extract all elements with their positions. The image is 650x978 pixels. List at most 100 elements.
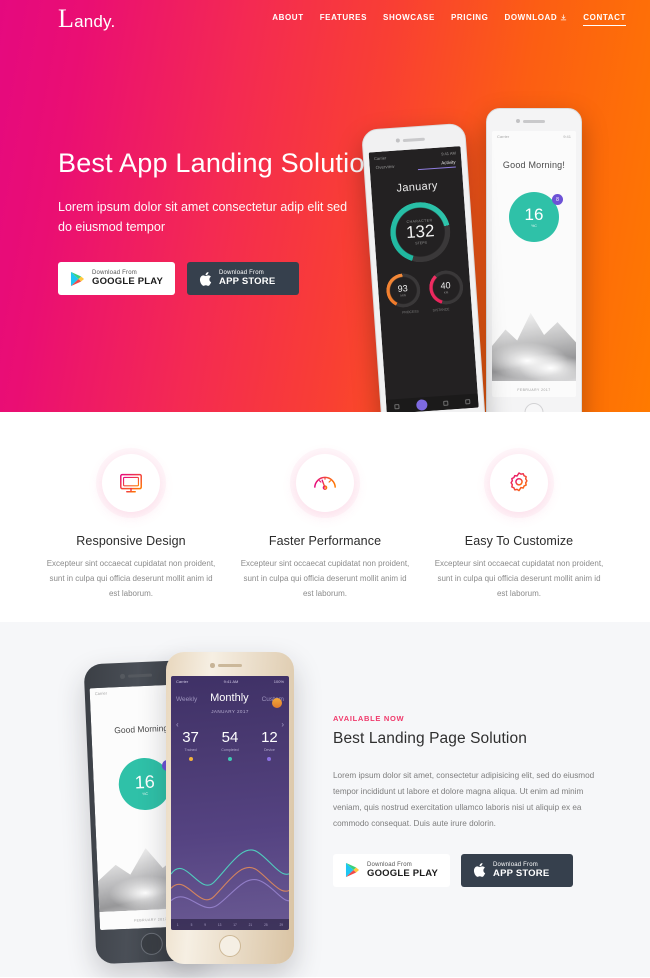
phone-speaker: [127, 673, 153, 678]
nav-link-showcase[interactable]: SHOWCASE: [383, 13, 435, 25]
home-button[interactable]: [219, 935, 241, 957]
metric-circle: 16 %C 8: [509, 192, 563, 242]
nav-list-icon[interactable]: [443, 400, 449, 406]
screen-footer-date: FEBRUARY 2017: [517, 388, 551, 392]
stat-value: 54: [221, 729, 239, 746]
metric-unit: %C: [531, 224, 537, 228]
google-play-button[interactable]: Download From GOOGLE PLAY: [333, 853, 451, 887]
axis-label: 1: [176, 922, 179, 927]
metric-value: 16: [524, 205, 544, 224]
status-bar: Carrier 9:41: [492, 131, 576, 139]
gauge-content: 40 KM: [428, 269, 464, 305]
nav-link-about[interactable]: ABOUT: [272, 13, 303, 25]
stat-completed: 54 Completed: [221, 729, 239, 761]
tab-overview[interactable]: Overview: [376, 164, 395, 170]
showcase-title: Best Landing Page Solution: [333, 730, 527, 747]
ring-content: CHARACTER 132 STEPS: [388, 200, 452, 264]
nav-label: SHOWCASE: [383, 13, 435, 22]
app-store-text: Download From APP STORE: [493, 862, 549, 879]
axis-label: 13: [217, 922, 222, 927]
showcase-button-row: Download From GOOGLE PLAY Download From …: [333, 853, 595, 887]
hero-subtitle: Lorem ipsum dolor sit amet consectetur a…: [58, 199, 348, 235]
speedometer-icon: [314, 476, 336, 490]
nav-label: DOWNLOAD: [504, 13, 558, 22]
sub-gauges: 93 MIN 40 KM: [377, 269, 471, 309]
phone-speaker: [402, 137, 425, 142]
status-carrier: Carrier: [373, 155, 387, 162]
features-section: Responsive Design Excepteur sint occaeca…: [0, 412, 650, 622]
logo-capital: L: [58, 4, 75, 33]
apple-icon: [199, 271, 212, 286]
home-button[interactable]: [140, 932, 164, 956]
stats-row: 37 Trained 54 Completed 12 Device: [171, 730, 289, 761]
feature-title: Easy To Customize: [464, 534, 574, 548]
phone-camera-icon: [119, 673, 125, 679]
monitor-icon-wrapper: [102, 454, 160, 512]
gauge-unit: MIN: [400, 293, 407, 298]
speedometer-icon-wrapper: [296, 454, 354, 512]
nav-label: CONTACT: [583, 12, 626, 22]
hero-title: Best App Landing Solution: [58, 148, 380, 178]
nav-link-download[interactable]: DOWNLOAD: [504, 13, 567, 25]
google-play-main: GOOGLE PLAY: [92, 275, 164, 287]
app-bottom-nav: [385, 393, 479, 414]
google-play-icon: [345, 863, 360, 878]
nav-link-pricing[interactable]: PRICING: [451, 13, 489, 25]
feature-card-easy-to-customize: Easy To Customize Excepteur sint occaeca…: [422, 454, 616, 622]
nav-power-icon[interactable]: [464, 398, 471, 404]
avatar[interactable]: [272, 698, 282, 708]
apple-icon: [473, 863, 486, 878]
status-carrier: Carrier: [497, 134, 510, 139]
google-play-main: GOOGLE PLAY: [367, 867, 439, 879]
metric-value: 16: [134, 771, 156, 792]
date-arrows: ‹ ›: [176, 720, 284, 729]
phone-speaker: [523, 120, 545, 123]
tab-monthly[interactable]: Monthly: [210, 692, 249, 704]
phone-camera-icon: [210, 663, 215, 668]
nav-watch-icon[interactable]: [394, 403, 400, 409]
hero-phone-mockups: Carrier 9:41 Good Morning! 16 %C 8 FEBRU…: [360, 108, 640, 448]
mountain-photo: [492, 312, 576, 381]
prev-arrow-icon[interactable]: ‹: [176, 720, 179, 729]
feature-title: Responsive Design: [76, 534, 186, 548]
phone-mockup-gold: Carrier 9:41 AM 100% Weekly Monthly Cust…: [166, 652, 294, 964]
axis-label: 17: [233, 922, 237, 927]
feature-description: Excepteur sint occaecat cupidatat non pr…: [46, 559, 216, 598]
nav-link-features[interactable]: FEATURES: [320, 13, 367, 25]
stat-trained: 37 Trained: [182, 730, 199, 761]
nav-active-icon[interactable]: [415, 398, 428, 411]
status-time: 9:41: [563, 134, 571, 139]
ring-unit: STEPS: [415, 240, 428, 246]
google-play-button[interactable]: Download From GOOGLE PLAY: [58, 262, 176, 296]
app-store-button[interactable]: Download From APP STORE: [461, 853, 574, 887]
axis-label: 5: [190, 922, 193, 927]
main-progress-ring: CHARACTER 132 STEPS: [388, 200, 453, 265]
monitor-icon: [120, 473, 142, 493]
app-store-main: APP STORE: [219, 275, 276, 287]
notification-badge: 8: [552, 194, 563, 205]
phone-camera-icon: [395, 138, 400, 143]
feature-card-faster-performance: Faster Performance Excepteur sint occaec…: [228, 454, 422, 622]
showcase-description: Lorem ipsum dolor sit amet, consectetur …: [333, 771, 595, 828]
month-label: January: [396, 179, 439, 195]
app-store-button[interactable]: Download From APP STORE: [187, 262, 300, 296]
date-label: JANUARY 2017: [211, 709, 249, 714]
nav-link-contact[interactable]: CONTACT: [583, 13, 626, 26]
google-play-icon: [70, 271, 85, 286]
greeting-text: Good Morning!: [502, 160, 566, 170]
wave-chart: [171, 849, 289, 909]
site-logo[interactable]: Landy.: [58, 6, 115, 32]
chart-axis-labels: 1 5 9 13 17 21 25 29: [171, 919, 289, 930]
next-arrow-icon[interactable]: ›: [281, 720, 284, 729]
gauge-distance: 40 KM: [427, 269, 464, 306]
gauge-value: 40: [440, 280, 451, 291]
tab-activity[interactable]: Activity: [441, 160, 456, 166]
stat-dot: [227, 757, 232, 761]
phone-screen-purple: Carrier 9:41 AM 100% Weekly Monthly Cust…: [171, 676, 289, 930]
phone-mockup-dark: Carrier 9:41 AM Overview Activity Januar…: [361, 122, 487, 448]
tab-weekly[interactable]: Weekly: [176, 696, 197, 703]
hero-section: Landy. ABOUT FEATURES SHOWCASE PRICING D…: [0, 0, 650, 448]
showcase-phone-mockups: Carrier 9:41 AM Good Morning! 16 %C 8 FE…: [78, 648, 308, 978]
phone-screen-dark: Carrier 9:41 AM Overview Activity Januar…: [368, 146, 479, 414]
hero-button-row: Download From GOOGLE PLAY Download From …: [58, 262, 398, 296]
